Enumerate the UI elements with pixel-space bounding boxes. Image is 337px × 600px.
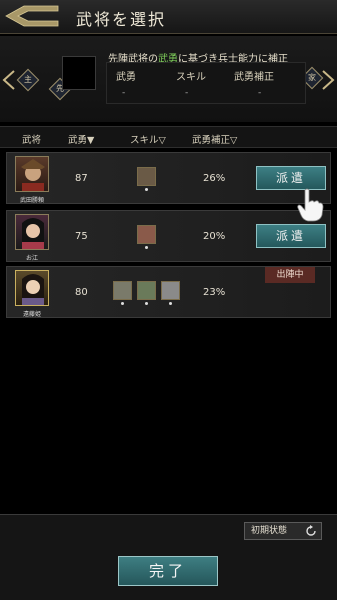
valor-value: 75 xyxy=(75,231,88,242)
column-header-bonus[interactable]: 武勇補正▽ xyxy=(192,132,237,146)
general-name: 武田勝頼 xyxy=(19,197,44,204)
general-portrait xyxy=(15,214,49,250)
valor-bonus: 26% xyxy=(203,173,226,184)
reset-label: 初期状態 xyxy=(251,526,288,536)
deployed-badge: 出陣中 xyxy=(265,267,315,283)
valor-bonus: 23% xyxy=(203,287,226,298)
stat-value-bonus: - xyxy=(258,88,262,98)
skill-icon[interactable] xyxy=(161,281,180,305)
stat-value-skill: - xyxy=(185,88,189,98)
back-arrow-icon[interactable] xyxy=(2,2,60,30)
valor-value: 80 xyxy=(75,287,88,298)
general-portrait xyxy=(15,270,49,306)
skill-icon[interactable] xyxy=(137,281,156,305)
stat-header-skill: スキル xyxy=(176,72,206,83)
refresh-icon xyxy=(306,525,316,536)
table-header: 武将 武勇▼ スキル▽ 武勇補正▽ xyxy=(0,126,337,148)
valor-value: 87 xyxy=(75,173,88,184)
done-button[interactable]: 完了 xyxy=(118,556,218,586)
skill-icon[interactable] xyxy=(137,225,156,249)
dispatch-button[interactable]: 派遣 xyxy=(256,166,326,190)
next-arrow-icon[interactable] xyxy=(321,70,335,90)
vanguard-stat-box xyxy=(106,62,306,104)
column-header-general: 武将 xyxy=(22,135,42,146)
column-header-skill[interactable]: スキル▽ xyxy=(130,132,166,146)
table-row[interactable]: お江 75 20% 派遣 xyxy=(6,210,331,262)
page-title: 武将を選択 xyxy=(76,10,167,29)
column-header-valor[interactable]: 武勇▼ xyxy=(68,132,94,146)
general-portrait xyxy=(15,156,49,192)
skill-icon[interactable] xyxy=(137,167,156,191)
pointer-hand-icon xyxy=(297,188,324,222)
main-tag: 主 xyxy=(24,75,32,84)
retainer-tag: 家 xyxy=(308,73,316,82)
stat-header-valor: 武勇 xyxy=(116,72,136,83)
dispatch-button[interactable]: 派遣 xyxy=(256,224,326,248)
prev-arrow-icon[interactable] xyxy=(2,70,16,90)
reset-button[interactable]: 初期状態 xyxy=(244,522,322,540)
table-row[interactable]: 遠藤姫 80 23% 出陣中 xyxy=(6,266,331,318)
vanguard-slot[interactable] xyxy=(62,56,96,90)
valor-bonus: 20% xyxy=(203,231,226,242)
general-name: 遠藤姫 xyxy=(22,311,41,318)
stat-header-bonus: 武勇補正 xyxy=(234,72,274,83)
skill-icon[interactable] xyxy=(113,281,132,305)
header-bar: 武将を選択 xyxy=(0,0,337,34)
table-row[interactable]: 武田勝頼 87 26% 派遣 xyxy=(6,152,331,204)
general-name: お江 xyxy=(25,255,38,262)
stat-value-valor: - xyxy=(122,88,126,98)
